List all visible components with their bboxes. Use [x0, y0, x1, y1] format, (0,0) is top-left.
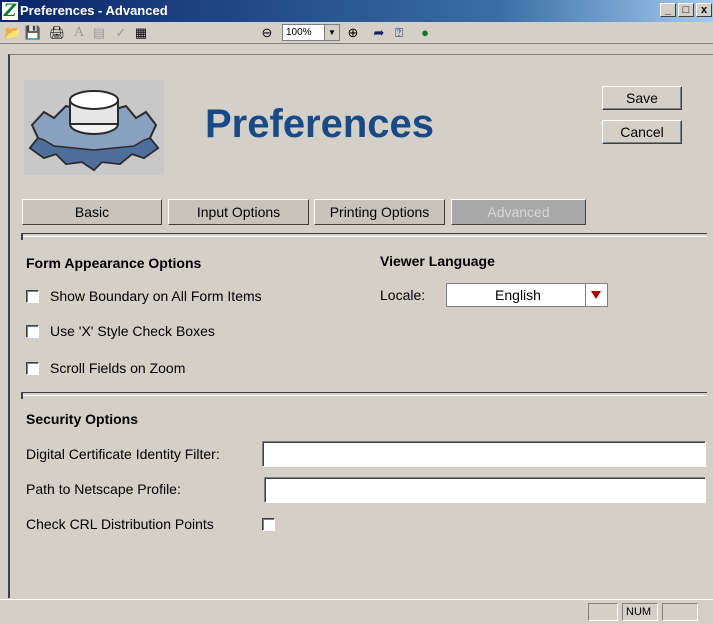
divider — [21, 392, 707, 399]
crl-checkbox[interactable] — [262, 518, 275, 531]
open-folder-icon[interactable]: 📂 — [4, 24, 22, 42]
viewer-language-heading: Viewer Language — [380, 253, 495, 269]
app-logo-icon: Z — [2, 1, 18, 21]
help-icon[interactable]: ⍰ — [390, 24, 408, 42]
status-panel — [588, 603, 618, 621]
chevron-down-icon: ▼ — [324, 25, 339, 40]
netscape-profile-label: Path to Netscape Profile: — [26, 481, 181, 497]
locale-label: Locale: — [380, 287, 426, 303]
paragraph-icon[interactable]: ▤ — [90, 24, 108, 42]
divider — [21, 233, 707, 240]
zoom-value: 100% — [286, 27, 312, 38]
form-icon[interactable]: ▦ — [132, 24, 150, 42]
zoom-select[interactable]: 100% ▼ — [282, 24, 340, 41]
show-boundary-checkbox[interactable] — [26, 290, 39, 303]
zoom-out-icon[interactable]: ⊖ — [258, 24, 276, 42]
tab-basic[interactable]: Basic — [22, 199, 162, 225]
info-icon[interactable]: ● — [416, 24, 434, 42]
crl-label: Check CRL Distribution Points — [26, 516, 214, 532]
gear-logo-icon — [24, 80, 164, 175]
window-title: Preferences - Advanced — [20, 3, 168, 18]
locale-value: English — [495, 287, 541, 303]
page-title: Preferences — [205, 102, 435, 146]
spell-check-icon[interactable]: ✓ — [112, 24, 130, 42]
cancel-button[interactable]: Cancel — [602, 120, 682, 144]
minimize-button[interactable]: _ — [660, 3, 676, 17]
print-icon[interactable]: 🖨 — [48, 24, 66, 42]
tab-input-options[interactable]: Input Options — [168, 199, 309, 225]
tab-advanced[interactable]: Advanced — [451, 199, 586, 225]
scroll-fields-label: Scroll Fields on Zoom — [50, 360, 186, 376]
num-lock-indicator: NUM — [622, 603, 658, 621]
save-disk-icon[interactable]: 💾 — [24, 24, 42, 42]
status-panel — [662, 603, 698, 621]
save-button[interactable]: Save — [602, 86, 682, 110]
identity-filter-input[interactable] — [262, 441, 706, 467]
show-boundary-label: Show Boundary on All Form Items — [50, 288, 262, 304]
font-icon[interactable]: A — [70, 24, 88, 42]
x-style-label: Use 'X' Style Check Boxes — [50, 323, 215, 339]
scroll-fields-checkbox[interactable] — [26, 362, 39, 375]
zoom-in-icon[interactable]: ⊕ — [344, 24, 362, 42]
status-bar: NUM — [0, 599, 713, 624]
form-appearance-heading: Form Appearance Options — [26, 255, 202, 271]
locale-select[interactable]: English — [446, 283, 608, 307]
netscape-profile-input[interactable] — [264, 477, 706, 503]
close-button[interactable]: x — [696, 3, 712, 17]
toolbar: 📂 💾 🖨 A ▤ ✓ ▦ ⊖ 100% ▼ ⊕ ➦ ⍰ ● — [0, 22, 713, 44]
dropdown-arrow-icon[interactable] — [585, 284, 607, 306]
x-style-checkbox[interactable] — [26, 325, 39, 338]
security-heading: Security Options — [26, 411, 139, 427]
identity-filter-label: Digital Certificate Identity Filter: — [26, 446, 220, 462]
maximize-button[interactable]: □ — [678, 3, 694, 17]
tab-printing-options[interactable]: Printing Options — [314, 199, 445, 225]
whats-this-icon[interactable]: ➦ — [370, 24, 388, 42]
title-bar: Z Preferences - Advanced _ □ x — [0, 0, 713, 22]
